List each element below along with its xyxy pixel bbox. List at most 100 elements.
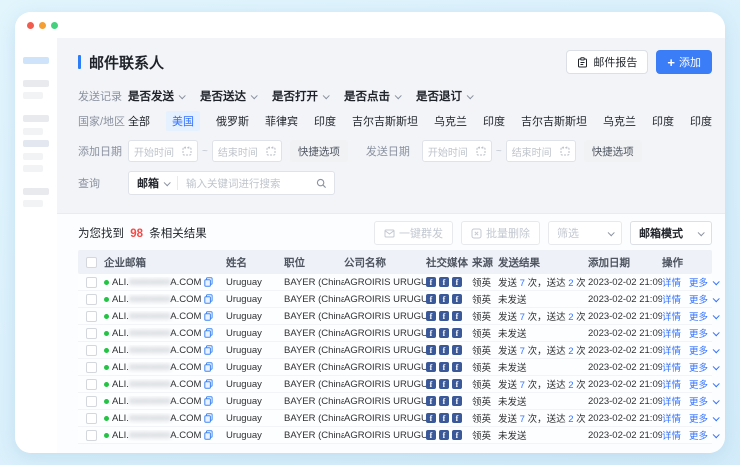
- facebook-icon[interactable]: f: [439, 413, 449, 423]
- facebook-icon[interactable]: f: [426, 379, 436, 389]
- country-option[interactable]: 吉尔吉斯斯坦: [521, 113, 587, 129]
- email-report-button[interactable]: 邮件报告: [566, 50, 648, 74]
- minimize-window-icon[interactable]: [39, 22, 46, 29]
- row-checkbox[interactable]: [86, 396, 97, 407]
- action-detail[interactable]: 详情: [662, 292, 681, 306]
- action-more[interactable]: 更多: [689, 275, 718, 289]
- row-checkbox[interactable]: [86, 294, 97, 305]
- row-checkbox[interactable]: [86, 277, 97, 288]
- country-option[interactable]: 印度: [652, 113, 674, 129]
- copy-icon[interactable]: [204, 430, 213, 440]
- facebook-icon[interactable]: f: [452, 379, 462, 389]
- add-date-start-input[interactable]: 开始时间: [128, 140, 198, 162]
- facebook-icon[interactable]: f: [426, 345, 436, 355]
- facebook-icon[interactable]: f: [452, 362, 462, 372]
- copy-icon[interactable]: [204, 294, 213, 304]
- facebook-icon[interactable]: f: [439, 345, 449, 355]
- action-detail[interactable]: 详情: [662, 326, 681, 340]
- send-date-start-input[interactable]: 开始时间: [422, 140, 492, 162]
- bulk-send-button[interactable]: 一键群发: [374, 221, 453, 245]
- row-checkbox[interactable]: [86, 328, 97, 339]
- facebook-icon[interactable]: f: [439, 328, 449, 338]
- sidebar-skeleton-item[interactable]: [23, 92, 43, 99]
- facebook-icon[interactable]: f: [426, 328, 436, 338]
- facebook-icon[interactable]: f: [452, 345, 462, 355]
- facebook-icon[interactable]: f: [439, 277, 449, 287]
- facebook-icon[interactable]: f: [439, 379, 449, 389]
- facebook-icon[interactable]: f: [439, 430, 449, 440]
- action-more[interactable]: 更多: [689, 411, 718, 425]
- copy-icon[interactable]: [204, 311, 213, 321]
- add-date-end-input[interactable]: 结束时间: [212, 140, 282, 162]
- sidebar-skeleton-item[interactable]: [23, 80, 49, 87]
- sidebar-skeleton-item[interactable]: [23, 153, 43, 160]
- facebook-icon[interactable]: f: [452, 311, 462, 321]
- send-filter-dropdown[interactable]: 是否送达: [200, 88, 256, 104]
- copy-icon[interactable]: [204, 328, 213, 338]
- row-checkbox[interactable]: [86, 413, 97, 424]
- action-detail[interactable]: 详情: [662, 411, 681, 425]
- send-date-end-input[interactable]: 结束时间: [506, 140, 576, 162]
- row-checkbox[interactable]: [86, 430, 97, 441]
- action-more[interactable]: 更多: [689, 394, 718, 408]
- facebook-icon[interactable]: f: [452, 430, 462, 440]
- facebook-icon[interactable]: f: [452, 294, 462, 304]
- select-all-checkbox[interactable]: [86, 257, 97, 268]
- maximize-window-icon[interactable]: [51, 22, 58, 29]
- action-detail[interactable]: 详情: [662, 360, 681, 374]
- country-option[interactable]: 印度: [690, 113, 712, 129]
- country-option[interactable]: 全部: [128, 113, 150, 129]
- facebook-icon[interactable]: f: [426, 311, 436, 321]
- copy-icon[interactable]: [204, 413, 213, 423]
- sidebar-skeleton-item[interactable]: [23, 200, 43, 207]
- facebook-icon[interactable]: f: [426, 362, 436, 372]
- country-option[interactable]: 乌克兰: [603, 113, 636, 129]
- bulk-delete-button[interactable]: 批量删除: [461, 221, 540, 245]
- country-option[interactable]: 菲律宾: [265, 113, 298, 129]
- copy-icon[interactable]: [204, 362, 213, 372]
- mode-select[interactable]: 邮箱模式: [630, 221, 712, 245]
- facebook-icon[interactable]: f: [426, 277, 436, 287]
- country-option[interactable]: 俄罗斯: [216, 113, 249, 129]
- sidebar-skeleton-item[interactable]: [23, 140, 49, 147]
- country-option[interactable]: 吉尔吉斯斯坦: [352, 113, 418, 129]
- sidebar-skeleton-item[interactable]: [23, 188, 49, 195]
- add-button[interactable]: + 添加: [656, 50, 712, 74]
- send-filter-dropdown[interactable]: 是否发送: [128, 88, 184, 104]
- copy-icon[interactable]: [204, 396, 213, 406]
- copy-icon[interactable]: [204, 379, 213, 389]
- action-more[interactable]: 更多: [689, 343, 718, 357]
- facebook-icon[interactable]: f: [426, 413, 436, 423]
- facebook-icon[interactable]: f: [426, 294, 436, 304]
- facebook-icon[interactable]: f: [439, 311, 449, 321]
- query-type-select[interactable]: 邮箱: [129, 175, 177, 191]
- action-detail[interactable]: 详情: [662, 377, 681, 391]
- action-more[interactable]: 更多: [689, 377, 718, 391]
- sidebar-skeleton-item[interactable]: [23, 115, 49, 122]
- send-filter-dropdown[interactable]: 是否退订: [416, 88, 472, 104]
- row-checkbox[interactable]: [86, 345, 97, 356]
- action-detail[interactable]: 详情: [662, 394, 681, 408]
- country-option[interactable]: 美国: [166, 111, 200, 131]
- facebook-icon[interactable]: f: [439, 362, 449, 372]
- close-window-icon[interactable]: [27, 22, 34, 29]
- copy-icon[interactable]: [204, 345, 213, 355]
- search-input[interactable]: 输入关键词进行搜索: [178, 176, 316, 191]
- facebook-icon[interactable]: f: [426, 396, 436, 406]
- facebook-icon[interactable]: f: [452, 413, 462, 423]
- action-more[interactable]: 更多: [689, 428, 718, 442]
- send-filter-dropdown[interactable]: 是否打开: [272, 88, 328, 104]
- country-option[interactable]: 印度: [314, 113, 336, 129]
- add-date-quick-options-button[interactable]: 快捷选项: [290, 140, 348, 162]
- facebook-icon[interactable]: f: [439, 294, 449, 304]
- row-checkbox[interactable]: [86, 311, 97, 322]
- country-option[interactable]: 乌克兰: [434, 113, 467, 129]
- action-detail[interactable]: 详情: [662, 428, 681, 442]
- sidebar-skeleton-item-active[interactable]: [23, 57, 49, 64]
- facebook-icon[interactable]: f: [452, 328, 462, 338]
- action-more[interactable]: 更多: [689, 360, 718, 374]
- action-detail[interactable]: 详情: [662, 343, 681, 357]
- copy-icon[interactable]: [204, 277, 213, 287]
- action-more[interactable]: 更多: [689, 292, 718, 306]
- sidebar-skeleton-item[interactable]: [23, 128, 43, 135]
